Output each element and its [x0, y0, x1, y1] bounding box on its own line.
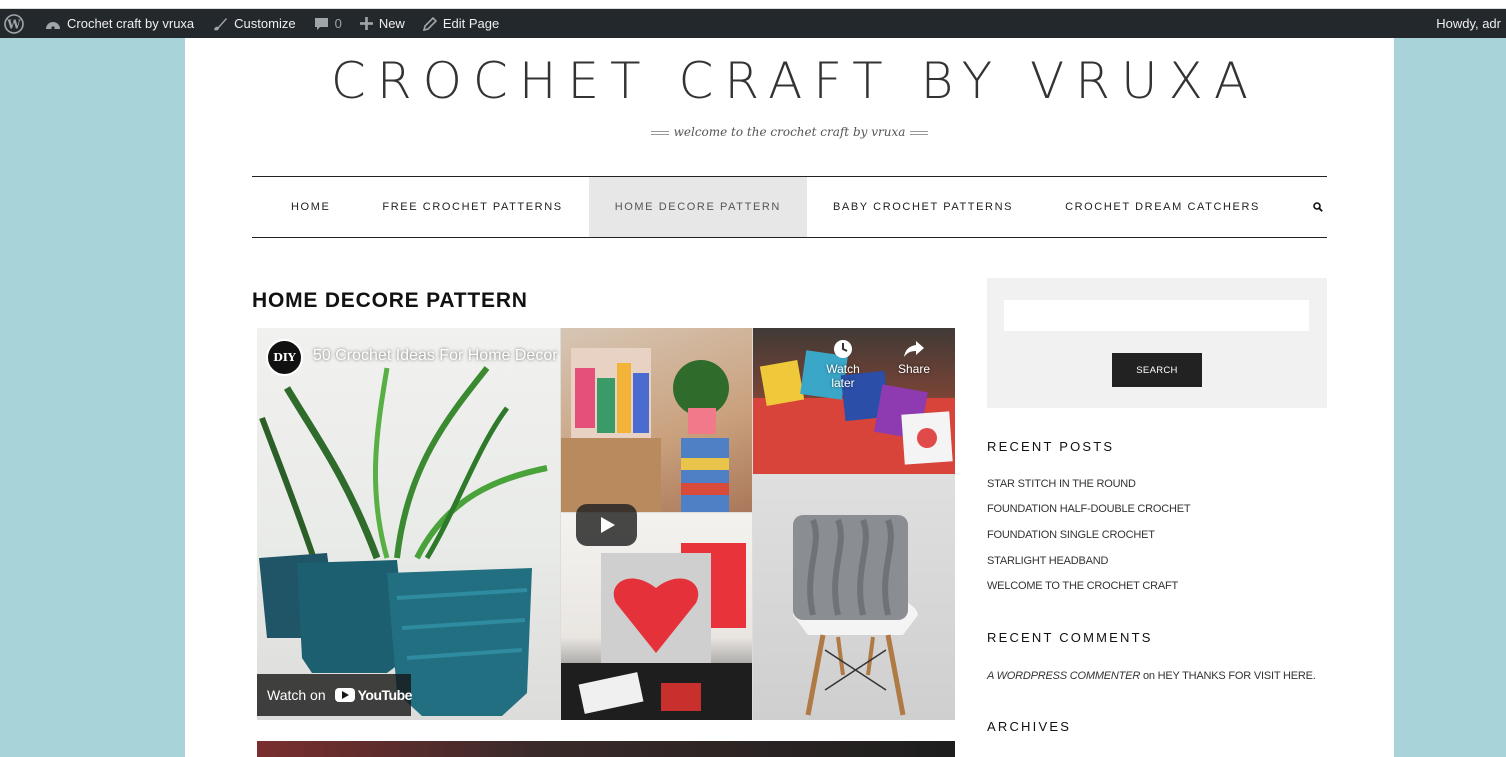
play-icon — [600, 517, 615, 533]
recent-post-link[interactable]: FOUNDATION HALF-DOUBLE CROCHET — [987, 503, 1191, 515]
watch-on-youtube-button[interactable]: Watch on YouTube — [257, 674, 413, 716]
page-container: CROCHET CRAFT BY VRUXA welcome to the cr… — [185, 38, 1394, 757]
video-thumb-cable-pillow-chair — [753, 475, 955, 720]
admin-new-link[interactable]: New — [351, 9, 414, 38]
pencil-icon — [422, 16, 437, 31]
youtube-wordmark: YouTube — [357, 687, 413, 703]
video-thumb-wall-weaving — [561, 328, 752, 512]
sidebar-search-widget: SEARCH — [987, 278, 1327, 408]
brush-icon — [214, 17, 228, 30]
admin-bar: W Crochet craft by vruxa Customize 0 New… — [0, 9, 1506, 38]
play-button[interactable] — [576, 504, 637, 546]
search-button[interactable]: SEARCH — [1112, 353, 1202, 387]
tagline-text: welcome to the crochet craft by vruxa — [673, 125, 906, 139]
share-label: Share — [897, 362, 931, 376]
youtube-logo: YouTube — [334, 687, 413, 703]
watch-later-button[interactable]: Watch later — [813, 339, 873, 390]
channel-logo[interactable]: DIY — [266, 339, 303, 376]
admin-customize-link[interactable]: Customize — [203, 9, 304, 38]
plus-icon — [359, 17, 373, 30]
admin-customize-label: Customize — [234, 16, 296, 31]
recent-posts-title: RECENT POSTS — [987, 439, 1115, 454]
comment-bubble-icon — [314, 17, 328, 30]
comment-on-text: on — [1142, 670, 1155, 682]
admin-site-link[interactable]: Crochet craft by vruxa — [36, 9, 203, 38]
comment-post-link[interactable]: HEY THANKS FOR VISIT HERE. — [1158, 670, 1316, 682]
tagline-right-rule — [910, 130, 929, 135]
nav-search-icon[interactable] — [1286, 177, 1349, 237]
wordpress-logo-icon[interactable]: W — [0, 9, 36, 38]
admin-edit-page-label: Edit Page — [442, 16, 500, 31]
dashboard-icon — [46, 21, 60, 30]
admin-howdy-label: Howdy, adr — [1436, 16, 1501, 31]
share-button[interactable]: Share — [884, 339, 944, 376]
site-title[interactable]: CROCHET CRAFT BY VRUXA — [185, 52, 1394, 110]
nav-item-crochet-dream-catchers[interactable]: CROCHET DREAM CATCHERS — [1039, 177, 1286, 237]
primary-nav: HOME FREE CROCHET PATTERNS HOME DECORE P… — [252, 176, 1327, 238]
admin-site-name: Crochet craft by vruxa — [67, 16, 195, 31]
nav-item-baby-crochet-patterns[interactable]: BABY CROCHET PATTERNS — [807, 177, 1039, 237]
video-thumb-plant-pots — [257, 328, 560, 720]
youtube-play-icon — [334, 688, 355, 702]
admin-comments-link[interactable]: 0 — [305, 9, 351, 38]
admin-new-label: New — [378, 16, 405, 31]
video-title[interactable]: 50 Crochet Ideas For Home Decor — [313, 347, 558, 365]
recent-post-link[interactable]: STARLIGHT HEADBAND — [987, 555, 1108, 567]
clock-icon — [834, 340, 852, 358]
browser-top-strip — [0, 0, 1506, 9]
share-arrow-icon — [904, 341, 924, 357]
nav-item-free-crochet-patterns[interactable]: FREE CROCHET PATTERNS — [356, 177, 588, 237]
svg-text:W: W — [6, 17, 21, 31]
second-video-embed[interactable] — [257, 741, 955, 757]
comment-author-link[interactable]: A WORDPRESS COMMENTER — [987, 670, 1140, 682]
site-tagline: welcome to the crochet craft by vruxa — [185, 125, 1394, 139]
youtube-embed[interactable]: DIY 50 Crochet Ideas For Home Decor Watc… — [257, 328, 955, 720]
archives-title: ARCHIVES — [987, 719, 1072, 734]
sidebar-search-input[interactable] — [1004, 300, 1309, 331]
recent-post-link[interactable]: STAR STITCH IN THE ROUND — [987, 478, 1136, 490]
admin-edit-page-link[interactable]: Edit Page — [414, 9, 508, 38]
recent-post-link[interactable]: FOUNDATION SINGLE CROCHET — [987, 529, 1155, 541]
admin-account-menu[interactable]: Howdy, adr — [1427, 9, 1506, 38]
page-title: HOME DECORE PATTERN — [252, 289, 528, 312]
admin-comments-count: 0 — [334, 16, 342, 31]
nav-item-home-decore-pattern[interactable]: HOME DECORE PATTERN — [588, 177, 807, 237]
recent-comments-title: RECENT COMMENTS — [987, 630, 1153, 645]
recent-post-link[interactable]: WELCOME TO THE CROCHET CRAFT — [987, 580, 1178, 592]
recent-comment: A WORDPRESS COMMENTER on HEY THANKS FOR … — [987, 670, 1316, 682]
watch-later-label: Watch later — [826, 362, 860, 390]
tagline-left-rule — [650, 130, 669, 135]
nav-item-home[interactable]: HOME — [252, 177, 356, 237]
watch-on-label: Watch on — [267, 687, 326, 703]
